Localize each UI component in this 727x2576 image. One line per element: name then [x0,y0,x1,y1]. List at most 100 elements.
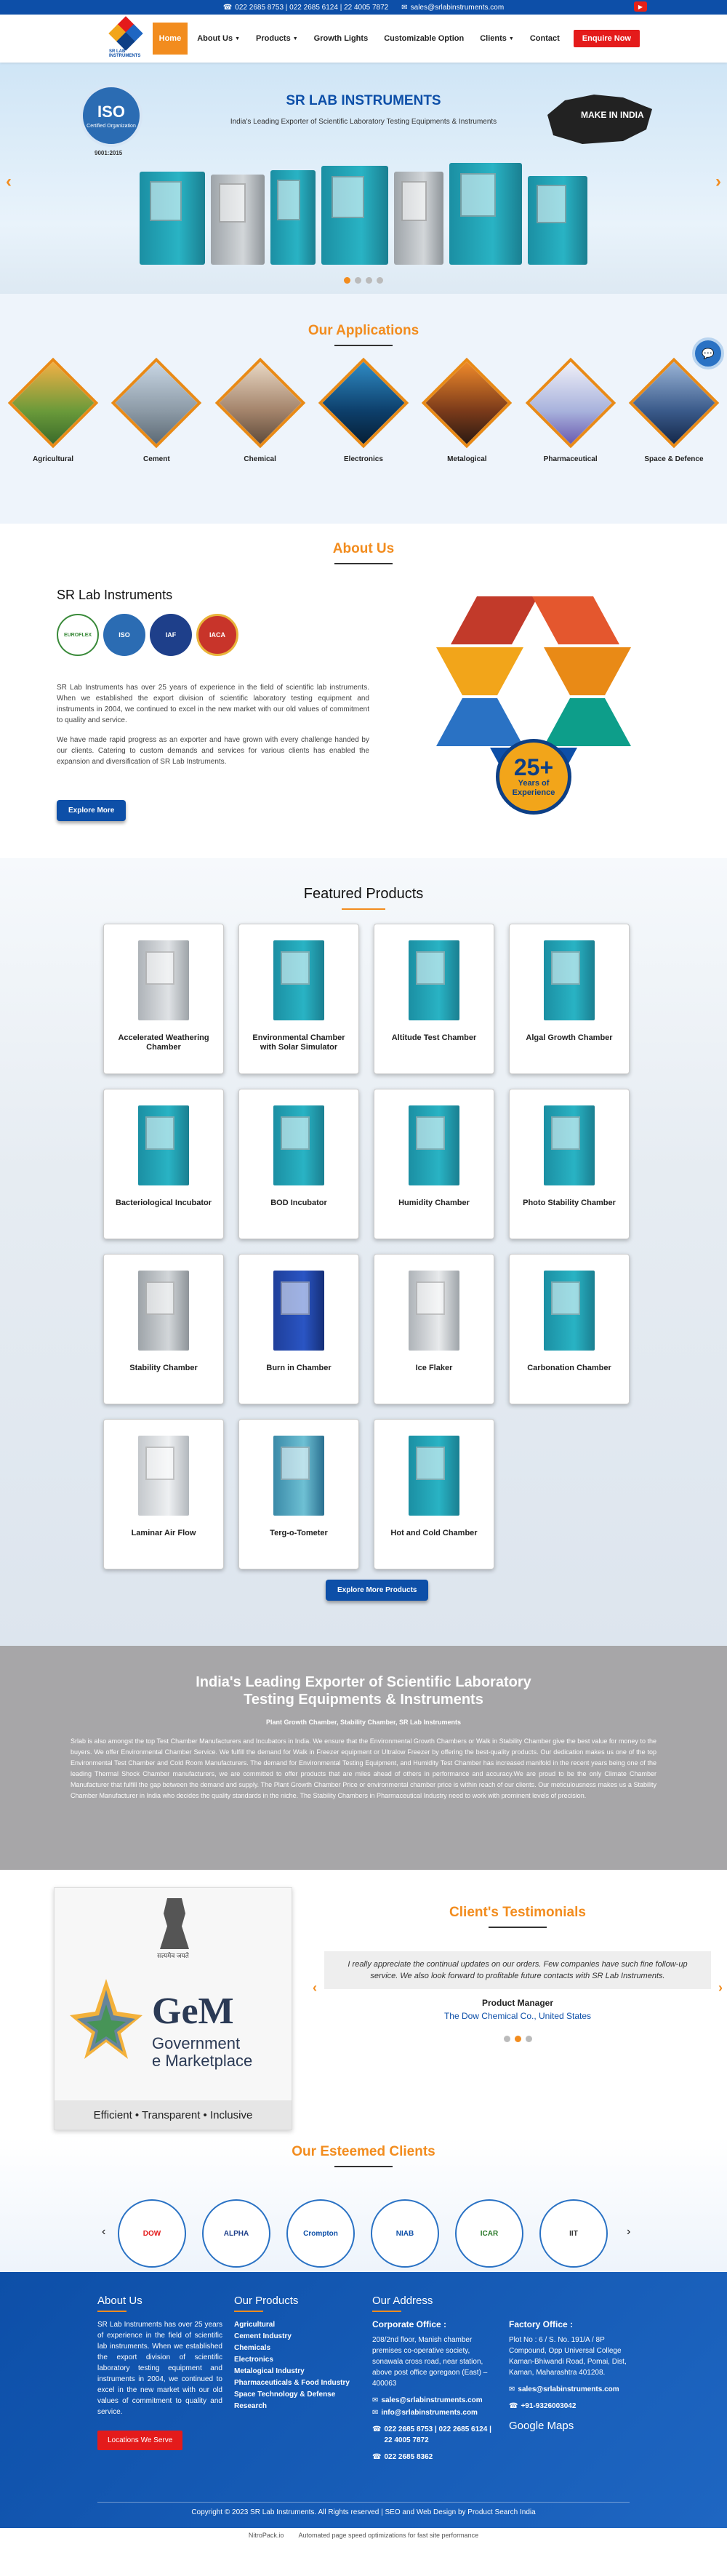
nav-menu: Home About Us ▼ Products ▼ Growth Lights C… [152,23,640,55]
nav-clients[interactable]: Clients ▼ [473,23,521,55]
footer-email-1[interactable]: ✉ sales@srlabinstruments.com [372,2395,497,2406]
product-card[interactable]: Laminar Air Flow [103,1419,224,1569]
product-card[interactable]: Ice Flaker [374,1254,494,1404]
product-image [409,1271,459,1351]
testimonial-dot[interactable] [525,2036,532,2042]
application-image [7,357,99,449]
footer-email-2[interactable]: ✉ info@srlabinstruments.com [372,2407,497,2418]
hero-prev-arrow-icon[interactable]: ‹ [6,172,12,192]
slide-dot[interactable] [344,277,350,284]
testimonial-next-icon[interactable]: › [718,1980,723,1996]
application-metalogical[interactable]: Metalogical [419,357,514,463]
product-card[interactable]: Burn in Chamber [238,1254,359,1404]
application-space-defence[interactable]: Space & Defence [627,357,721,463]
product-card[interactable]: Terg-o-Tometer [238,1419,359,1569]
application-chemical[interactable]: Chemical [213,357,308,463]
application-label: Pharmaceutical [543,455,598,463]
application-cement[interactable]: Cement [109,357,204,463]
youtube-icon[interactable]: ▶ [634,1,647,12]
topbar-email[interactable]: ✉ sales@srlabinstruments.com [401,4,504,12]
product-card[interactable]: Hot and Cold Chamber [374,1419,494,1569]
client-logo[interactable]: DOW [118,2199,186,2268]
client-logo-text: ALPHA [223,2229,249,2238]
product-card[interactable]: Algal Growth Chamber [509,924,630,1074]
explore-more-button[interactable]: Explore More [57,800,126,821]
slide-dot[interactable] [355,277,361,284]
footer-product-link[interactable]: Pharmaceuticals & Food Industry [234,2377,359,2389]
client-logo[interactable]: NIAB [371,2199,439,2268]
testimonial-company: The Dow Chemical Co., United States [443,2011,592,2021]
nitropack-logo[interactable]: NitroPack.io [249,2532,284,2539]
hero-next-arrow-icon[interactable]: › [715,172,721,192]
nav-about[interactable]: About Us ▼ [190,23,246,55]
client-logo[interactable]: ICAR [455,2199,523,2268]
application-agricultural[interactable]: Agricultural [6,357,100,463]
nav-contact[interactable]: Contact [523,23,566,55]
footer-product-link[interactable]: Cement Industry [234,2331,359,2343]
site-logo[interactable]: SR LAB INSTRUMENTS [108,16,143,59]
explore-more-products-button[interactable]: Explore More Products [326,1580,429,1601]
product-card[interactable]: Stability Chamber [103,1254,224,1404]
make-in-india-text: MAKE IN INDIA [581,110,644,120]
logo-mark-icon [108,16,143,51]
product-card[interactable]: Humidity Chamber [374,1089,494,1239]
product-card[interactable]: BOD Incubator [238,1089,359,1239]
footer-phone-2[interactable]: ☎ 022 2685 8362 [372,2452,497,2463]
factory-phone[interactable]: ☎ +91-9326003042 [509,2401,640,2412]
product-name: Laminar Air Flow [131,1529,196,1537]
client-logo[interactable]: ALPHA [202,2199,270,2268]
product-card[interactable]: Environmental Chamber with Solar Simulat… [238,924,359,1074]
info-title-line1: India's Leading Exporter of Scientific L… [196,1674,531,1690]
topbar-phone[interactable]: ☎ 022 2685 8753 | 022 2685 6124 | 22 400… [223,4,388,12]
product-card[interactable]: Accelerated Weathering Chamber [103,924,224,1074]
mail-icon: ✉ [509,2385,515,2393]
application-image [318,357,409,449]
client-logo[interactable]: Crompton [286,2199,355,2268]
nav-growth-lights[interactable]: Growth Lights [308,23,375,55]
footer-phone-2-text: 022 2685 8362 [384,2453,433,2461]
footer-phone-1[interactable]: ☎ 022 2685 8753 | 022 2685 6124 | 22 4005… [372,2424,497,2446]
locations-button[interactable]: Locations We Serve [97,2431,183,2450]
product-card[interactable]: Altitude Test Chamber [374,924,494,1074]
gem-banner[interactable]: सत्यमेव जयते GeM Government e Marketplac… [54,1887,292,2130]
testimonial-dot[interactable] [503,2036,510,2042]
product-card[interactable]: Bacteriological Incubator [103,1089,224,1239]
chevron-down-icon: ▼ [235,36,241,41]
client-logo[interactable]: IIT [539,2199,608,2268]
nav-home[interactable]: Home [152,23,188,55]
nav-customizable[interactable]: Customizable Option [377,23,470,55]
footer-product-link[interactable]: Electronics [234,2354,359,2366]
google-maps-link[interactable]: Google Maps [509,2420,640,2431]
hex-blade [544,647,631,695]
client-logo-text: DOW [142,2229,161,2238]
title-underline [489,1927,547,1928]
footer-product-link[interactable]: Chemicals [234,2343,359,2354]
testimonials-title: Client's Testimonials [449,1905,586,1920]
application-electronics[interactable]: Electronics [316,357,411,463]
testimonial-prev-icon[interactable]: ‹ [313,1980,317,1996]
certification-badges: EUROFLEX ISO IAF IACA [57,614,238,656]
product-image [138,940,189,1020]
factory-phone-text: +91-9326003042 [521,2402,577,2410]
gem-sub-line2: e Marketplace [152,2052,253,2070]
clients-prev-icon[interactable]: ‹ [102,2225,105,2239]
testimonial-dot[interactable] [514,2036,521,2042]
nav-products[interactable]: Products ▼ [249,23,305,55]
chat-icon[interactable]: 💬 [692,337,724,369]
application-pharmaceutical[interactable]: Pharmaceutical [523,357,618,463]
testimonial-quote: I really appreciate the continual update… [324,1951,711,1989]
slide-dot[interactable] [366,277,372,284]
product-name: BOD Incubator [270,1199,327,1207]
factory-email[interactable]: ✉ sales@srlabinstruments.com [509,2384,640,2395]
slide-dot[interactable] [377,277,383,284]
topbar-phone-text: 022 2685 8753 | 022 2685 6124 | 22 4005 … [235,3,389,12]
product-name: Photo Stability Chamber [523,1199,616,1207]
footer-product-link[interactable]: Metalogical Industry [234,2366,359,2377]
product-card[interactable]: Photo Stability Chamber [509,1089,630,1239]
product-card[interactable]: Carbonation Chamber [509,1254,630,1404]
footer-product-link[interactable]: Agricultural [234,2319,359,2331]
footer-underline [372,2311,401,2312]
enquire-now-button[interactable]: Enquire Now [573,30,640,47]
clients-next-icon[interactable]: › [627,2225,630,2239]
footer-product-link[interactable]: Space Technology & Defense Research [234,2389,359,2412]
